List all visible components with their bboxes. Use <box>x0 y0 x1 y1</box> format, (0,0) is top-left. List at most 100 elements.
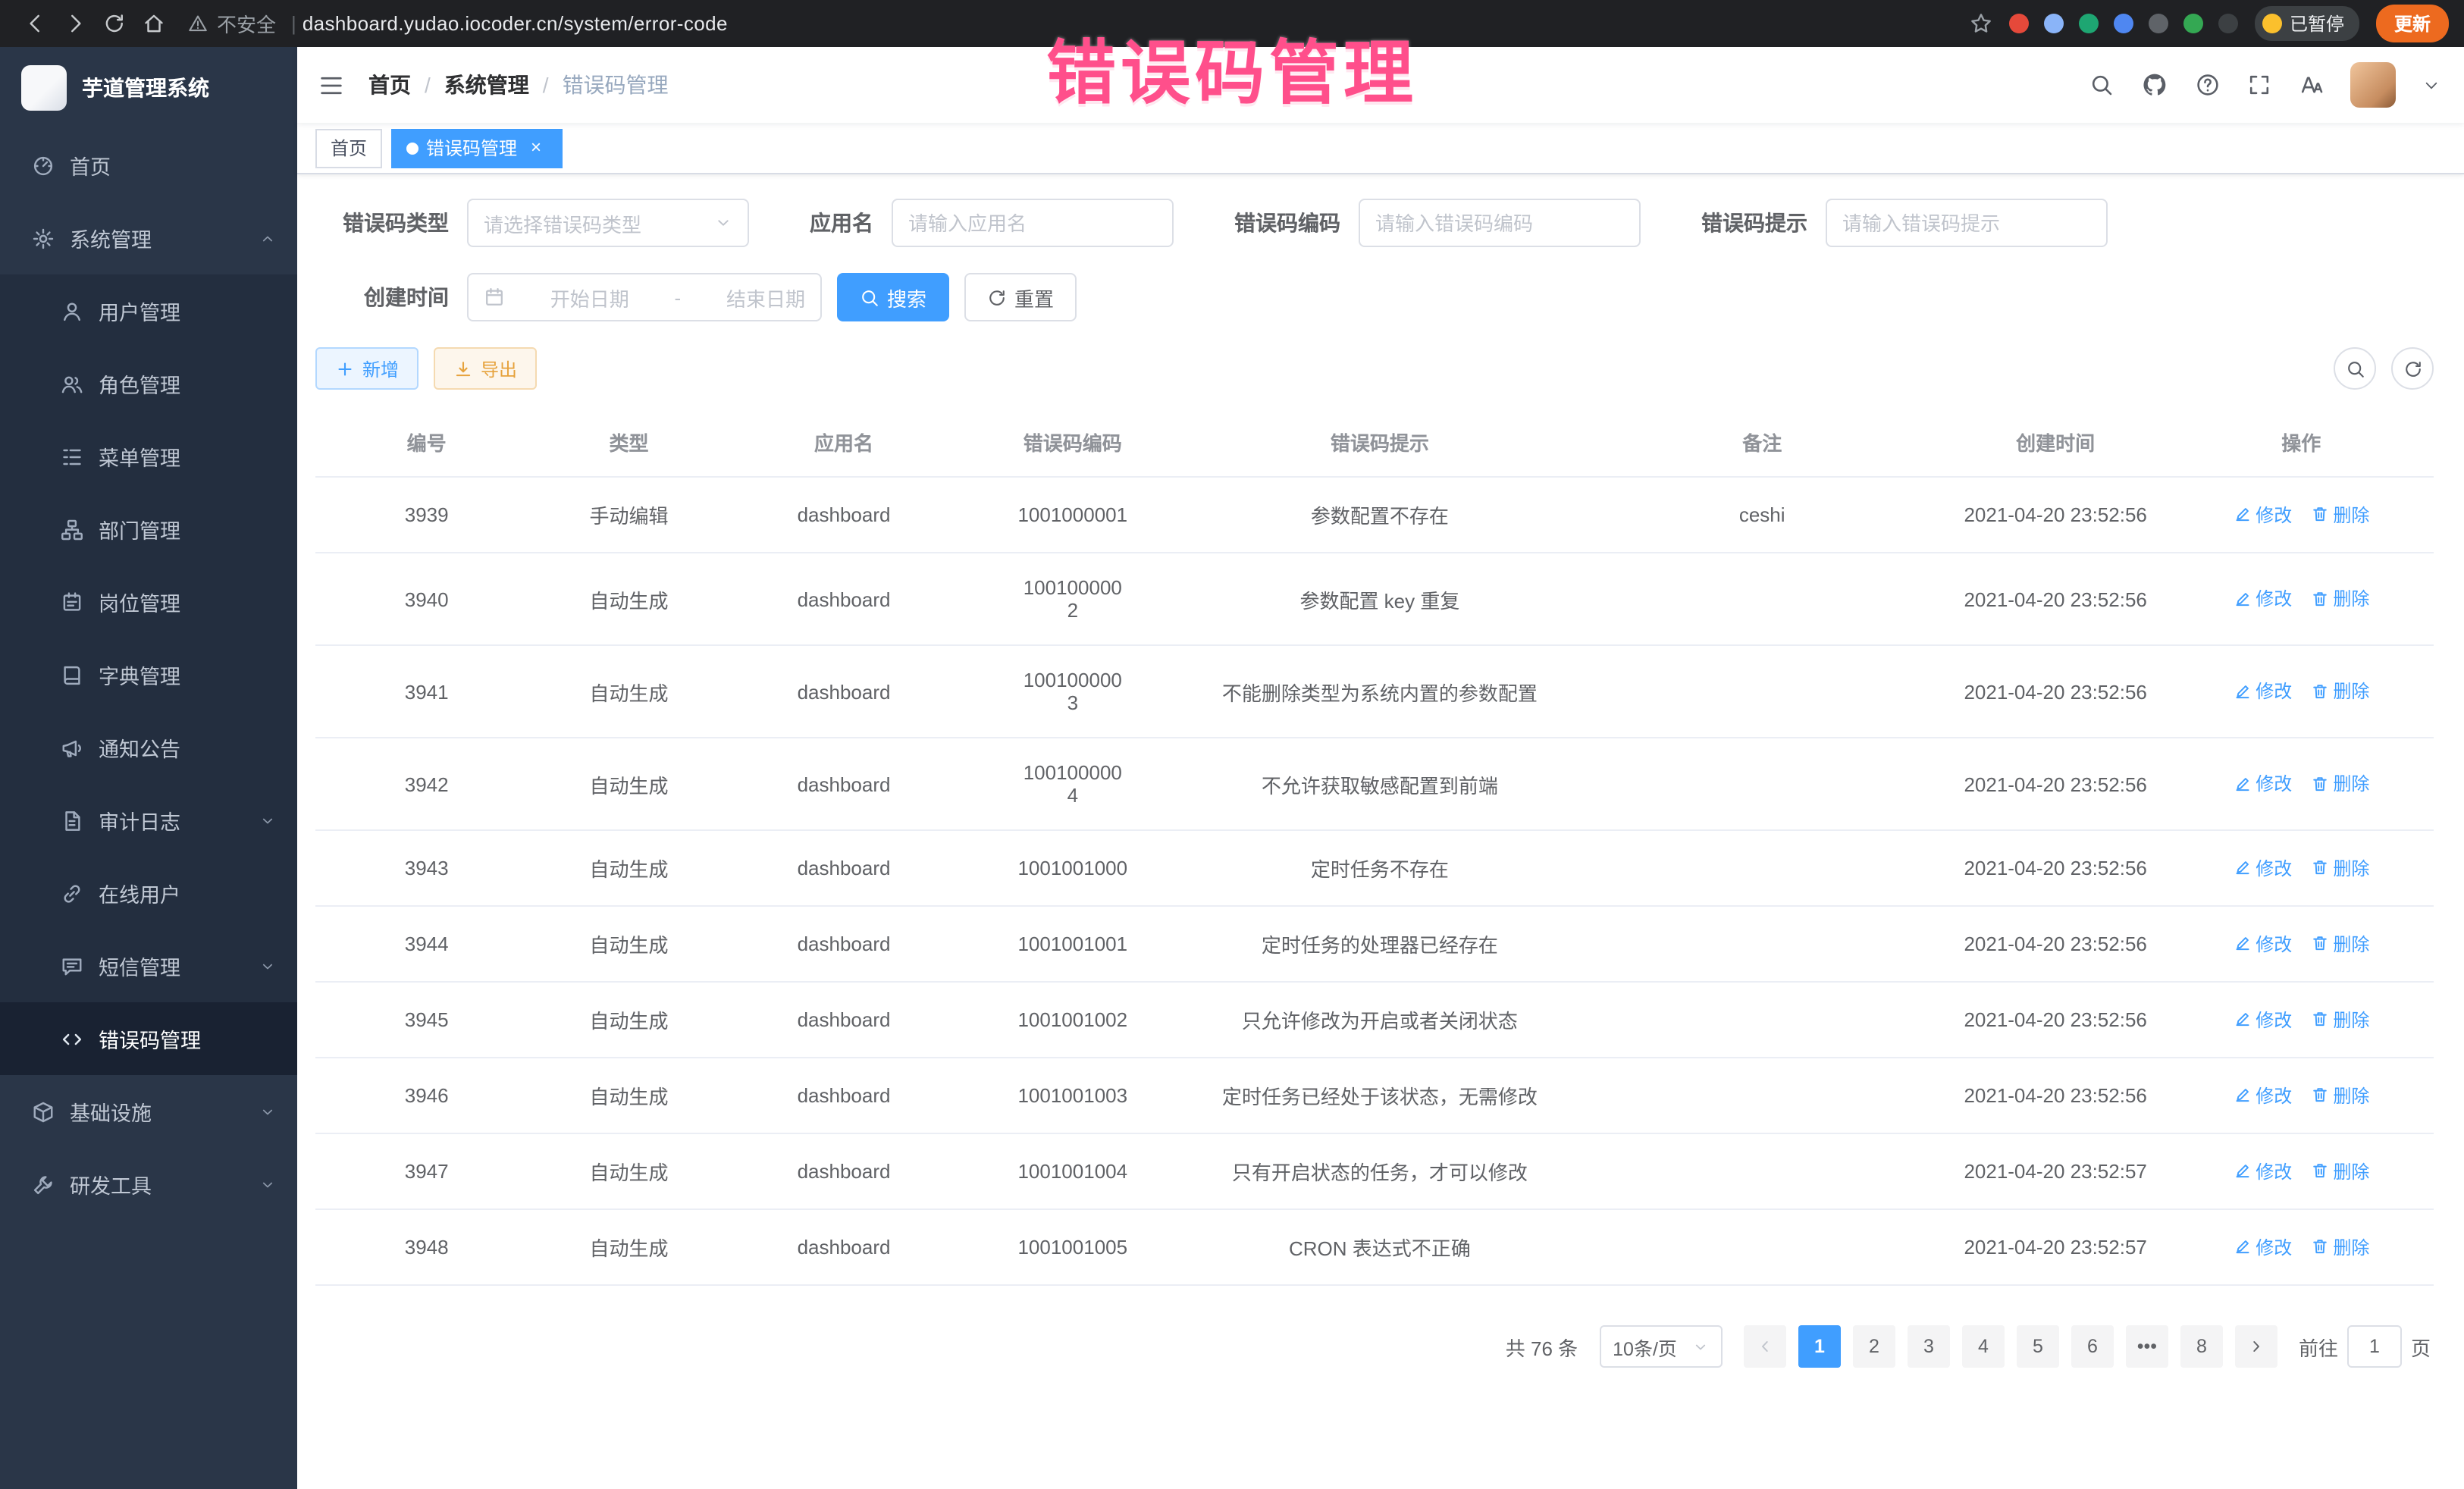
page-button[interactable]: 1 <box>1798 1325 1841 1368</box>
delete-link[interactable]: 删除 <box>2310 771 2369 797</box>
page-button[interactable]: 6 <box>2071 1325 2114 1368</box>
url-text[interactable]: dashboard.yudao.iocoder.cn/system/error-… <box>303 12 728 35</box>
delete-link[interactable]: 删除 <box>2310 1083 2369 1108</box>
browser-home-icon[interactable] <box>133 5 173 42</box>
sidebar-item[interactable]: 用户管理 <box>0 274 297 347</box>
delete-link[interactable]: 删除 <box>2310 1007 2369 1033</box>
extension-grid-icon[interactable] <box>2114 14 2133 33</box>
sidebar-item[interactable]: 角色管理 <box>0 347 297 420</box>
edit-link[interactable]: 修改 <box>2233 771 2292 797</box>
avatar[interactable] <box>2350 62 2396 108</box>
hamburger-icon[interactable] <box>318 72 344 98</box>
sidebar-item[interactable]: 系统管理 <box>0 202 297 274</box>
app-name-input[interactable] <box>908 212 1157 234</box>
sidebar-item[interactable]: 部门管理 <box>0 493 297 566</box>
font-size-icon[interactable] <box>2299 73 2323 97</box>
paused-badge[interactable]: 已暂停 <box>2255 6 2359 41</box>
sidebar-item[interactable]: 首页 <box>0 129 297 202</box>
sidebar-item-label: 基础设施 <box>70 1096 152 1127</box>
delete-link[interactable]: 删除 <box>2310 586 2369 612</box>
sidebar-item[interactable]: 研发工具 <box>0 1148 297 1221</box>
page-button[interactable]: ••• <box>2126 1325 2168 1368</box>
search-icon[interactable] <box>2089 73 2114 97</box>
extension-drop-icon[interactable] <box>2044 14 2064 33</box>
delete-link[interactable]: 删除 <box>2310 679 2369 704</box>
delete-link[interactable]: 删除 <box>2310 1234 2369 1260</box>
breadcrumb-item[interactable]: 系统管理 <box>444 70 529 100</box>
breadcrumb-item[interactable]: 首页 <box>368 70 411 100</box>
extension-puzzle-icon[interactable] <box>2218 14 2238 33</box>
sidebar-item[interactable]: 错误码管理 <box>0 1002 297 1075</box>
page-button[interactable]: 2 <box>1853 1325 1895 1368</box>
edit-link[interactable]: 修改 <box>2233 1158 2292 1184</box>
logo[interactable]: 芋道管理系统 <box>0 47 297 129</box>
page-button[interactable]: 3 <box>1908 1325 1950 1368</box>
page-button[interactable]: 4 <box>1962 1325 2005 1368</box>
search-button[interactable]: 搜索 <box>837 273 949 321</box>
delete-link[interactable]: 删除 <box>2310 931 2369 957</box>
sidebar-item[interactable]: 在线用户 <box>0 857 297 929</box>
delete-label: 删除 <box>2333 679 2369 704</box>
toggle-search-button[interactable] <box>2334 347 2376 390</box>
column-header: 类型 <box>538 408 719 477</box>
column-header: 错误码提示 <box>1177 408 1582 477</box>
cell-note <box>1582 645 1942 738</box>
sidebar-item[interactable]: 通知公告 <box>0 711 297 784</box>
edit-link[interactable]: 修改 <box>2233 1234 2292 1260</box>
sidebar-item[interactable]: 岗位管理 <box>0 566 297 638</box>
goto-page-input[interactable] <box>2347 1325 2402 1368</box>
next-page-button[interactable] <box>2235 1325 2277 1368</box>
edit-link[interactable]: 修改 <box>2233 855 2292 881</box>
page-button[interactable]: 5 <box>2017 1325 2059 1368</box>
delete-link[interactable]: 删除 <box>2310 502 2369 528</box>
date-range-picker[interactable]: 开始日期 - 结束日期 <box>467 273 822 321</box>
fullscreen-icon[interactable] <box>2247 73 2271 97</box>
browser-back-icon[interactable] <box>15 5 55 42</box>
cell-time: 2021-04-20 23:52:56 <box>1942 645 2169 738</box>
edit-link[interactable]: 修改 <box>2233 931 2292 957</box>
tab-首页[interactable]: 首页 <box>315 128 382 168</box>
edit-icon <box>2233 506 2251 524</box>
sidebar-item[interactable]: 基础设施 <box>0 1075 297 1148</box>
bookmark-star-icon[interactable] <box>1970 12 1992 35</box>
edit-link[interactable]: 修改 <box>2233 586 2292 612</box>
sidebar-item[interactable]: 短信管理 <box>0 929 297 1002</box>
security-chip[interactable]: 不安全 | <box>188 9 303 38</box>
edit-link[interactable]: 修改 <box>2233 1007 2292 1033</box>
chevron-up-icon <box>259 230 276 246</box>
tab-错误码管理[interactable]: 错误码管理× <box>391 128 563 168</box>
edit-link[interactable]: 修改 <box>2233 1083 2292 1108</box>
cell-time: 2021-04-20 23:52:56 <box>1942 906 2169 982</box>
browser-forward-icon[interactable] <box>55 5 94 42</box>
refresh-table-button[interactable] <box>2391 347 2434 390</box>
page-button[interactable]: 8 <box>2180 1325 2223 1368</box>
close-icon[interactable]: × <box>525 136 547 159</box>
sidebar-item[interactable]: 字典管理 <box>0 638 297 711</box>
extension-dark-icon[interactable] <box>2149 14 2168 33</box>
prev-page-button[interactable] <box>1744 1325 1786 1368</box>
page-size-select[interactable]: 10条/页 <box>1599 1325 1723 1368</box>
add-button[interactable]: 新增 <box>315 347 419 390</box>
extension-leaf-icon[interactable] <box>2183 14 2203 33</box>
sidebar-item[interactable]: 菜单管理 <box>0 420 297 493</box>
extension-red-icon[interactable] <box>2009 14 2029 33</box>
extension-green-check-icon[interactable] <box>2079 14 2099 33</box>
delete-link[interactable]: 删除 <box>2310 855 2369 881</box>
caret-down-icon[interactable] <box>2423 77 2440 93</box>
sidebar-item[interactable]: 审计日志 <box>0 784 297 857</box>
error-code-input[interactable] <box>1375 212 1624 234</box>
export-button[interactable]: 导出 <box>434 347 537 390</box>
update-button[interactable]: 更新 <box>2376 5 2449 42</box>
delete-link[interactable]: 删除 <box>2310 1158 2369 1184</box>
edit-link[interactable]: 修改 <box>2233 679 2292 704</box>
code-icon <box>61 1027 83 1050</box>
help-icon[interactable] <box>2196 73 2220 97</box>
browser-reload-icon[interactable] <box>94 5 133 42</box>
error-type-select[interactable]: 请选择错误码类型 <box>467 199 749 247</box>
plus-icon <box>335 359 355 378</box>
error-hint-input[interactable] <box>1842 212 2091 234</box>
cell-hint: 定时任务不存在 <box>1177 830 1582 906</box>
github-icon[interactable] <box>2141 71 2168 99</box>
edit-link[interactable]: 修改 <box>2233 502 2292 528</box>
reset-button[interactable]: 重置 <box>964 273 1077 321</box>
